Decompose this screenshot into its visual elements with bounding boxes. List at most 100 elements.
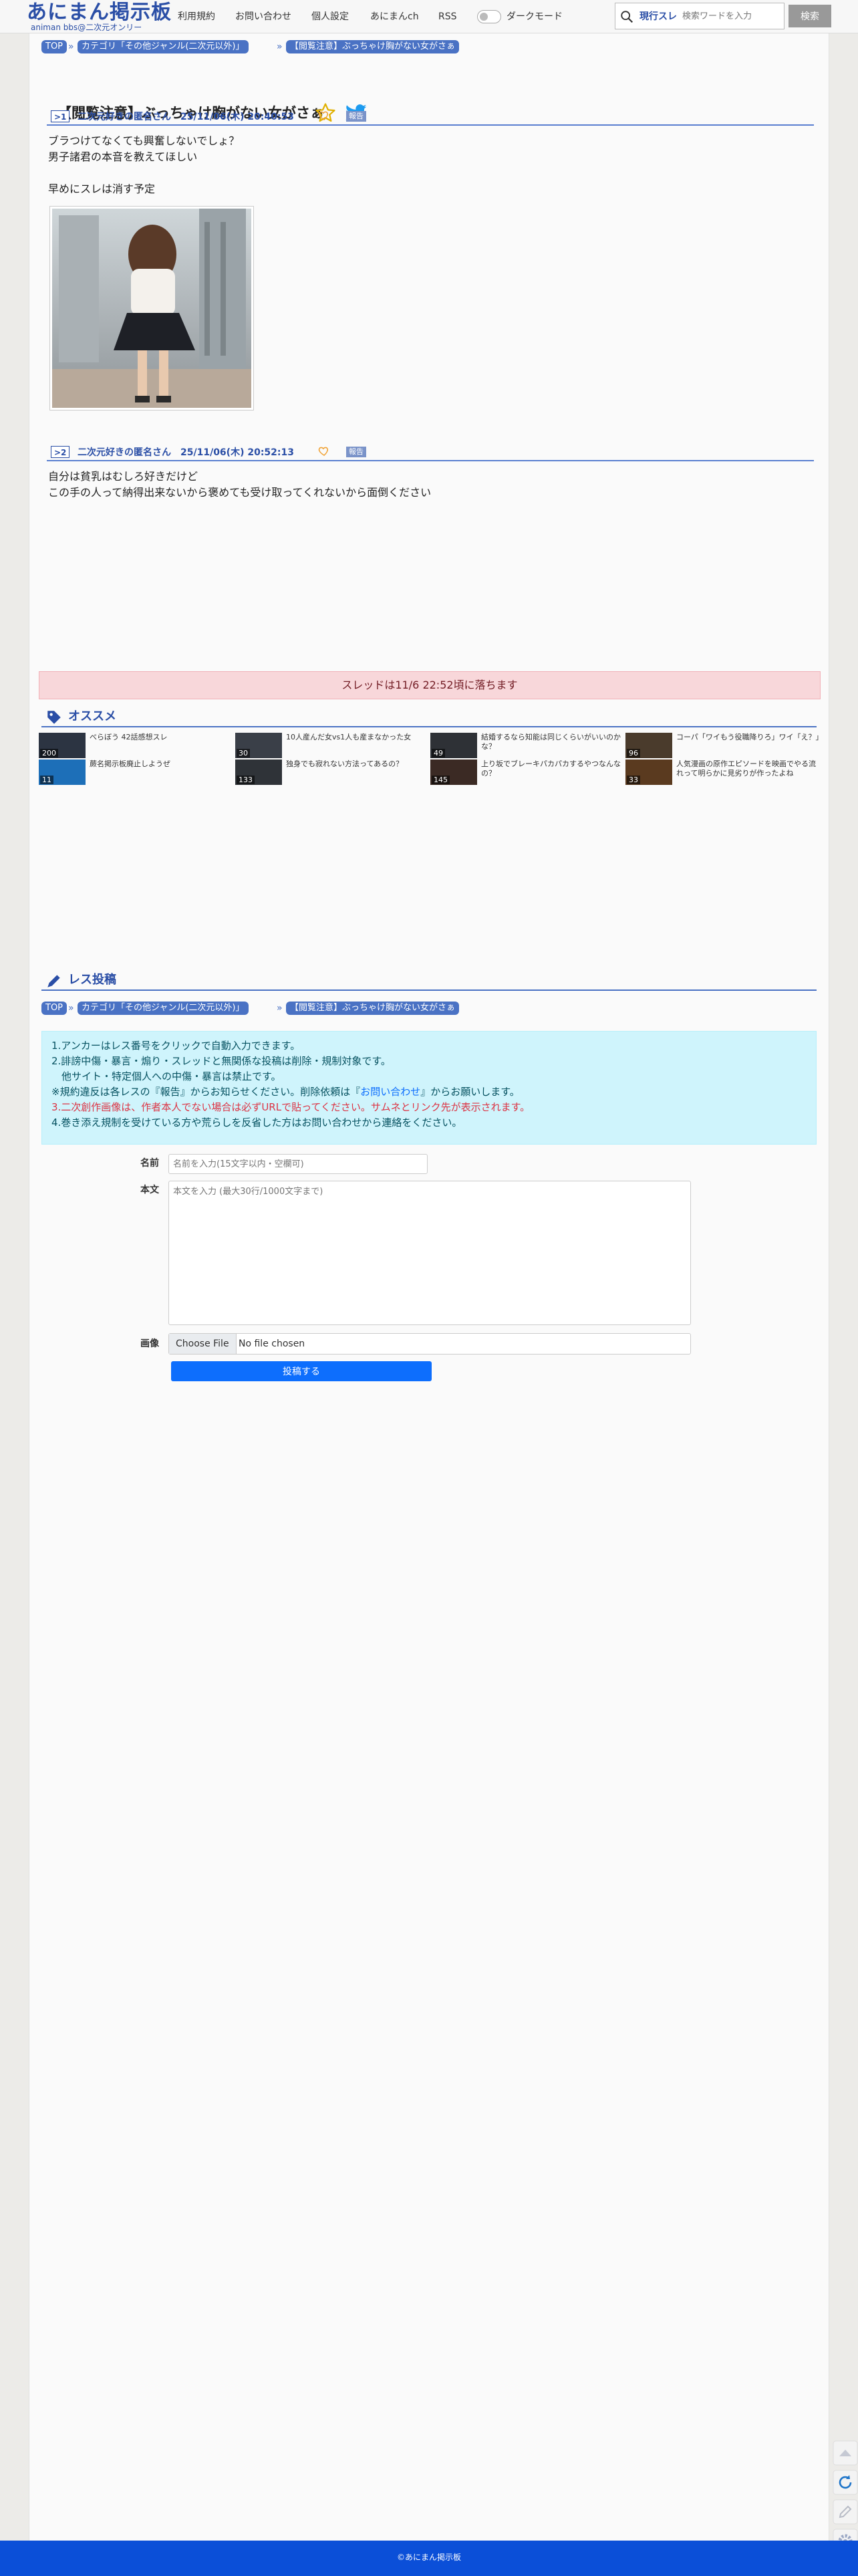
body-field[interactable] — [168, 1181, 691, 1325]
heart-icon[interactable] — [318, 110, 330, 122]
comment-count: 145 — [432, 776, 450, 784]
recommend-item[interactable]: 145 上り坂でブレーキパカパカするやつなんなの？ — [430, 759, 625, 785]
post-image[interactable] — [49, 206, 254, 411]
recommend-item[interactable]: 33 人気漫画の原作エピソードを映画でやる流れって明らかに見劣りが作ったよね — [625, 759, 821, 785]
post-header: >1 二次元好きの匿名さん 25/11/06(木) 20:40:53 報告 — [47, 108, 814, 126]
dark-mode-toggle[interactable] — [477, 10, 501, 23]
dark-mode-label: ダークモード — [507, 11, 563, 22]
recommend-thumbnail: 11 — [39, 759, 86, 785]
breadcrumb-sep: » — [68, 1003, 74, 1014]
body-label: 本文 — [140, 1185, 159, 1195]
rule-line: 2.誹謗中傷・暴言・煽り・スレッドと無関係な投稿は削除・規制対象です。 — [51, 1055, 391, 1067]
recommend-title: べらぼう 42話感想スレ — [90, 733, 168, 741]
recommend-thumbnail: 145 — [430, 759, 477, 785]
post-body-line: 早めにスレは消す予定 — [48, 183, 156, 195]
pencil-icon — [47, 975, 60, 987]
comment-count: 96 — [627, 749, 640, 757]
post-body-line: この手の人って納得出来ないから褒めても受け取ってくれないから面倒ください — [48, 486, 432, 499]
recommend-title: コーパ「ワイもう役職降りろ」ワイ「え？」 — [676, 733, 821, 741]
nav-contact[interactable]: お問い合わせ — [235, 10, 291, 23]
nav-rss[interactable]: RSS — [438, 10, 457, 23]
edit-icon[interactable] — [833, 2499, 858, 2525]
logo-main-text: あにまん掲示板 — [27, 1, 172, 24]
comment-count: 33 — [627, 776, 640, 784]
breadcrumb-category[interactable]: カテゴリ「その他ジャンル(二次元以外)」 — [78, 1002, 249, 1015]
rule-line: 1.アンカーはレス番号をクリックで自動入力できます。 — [51, 1040, 301, 1052]
reload-icon[interactable] — [833, 2470, 858, 2495]
breadcrumb-sep: » — [277, 41, 283, 52]
site-logo[interactable]: あにまん掲示板 animan bbs@二次元オンリー — [27, 1, 171, 33]
recommend-item[interactable]: 49 結婚するなら知能は同じくらいがいいのかな？ — [430, 733, 625, 758]
file-status: No file chosen — [239, 1338, 305, 1349]
scroll-top-icon[interactable] — [833, 2440, 858, 2466]
search-input[interactable] — [682, 7, 781, 25]
rule-line: 4.巻き添え規制を受けている方や荒らしを反省した方はお問い合わせから連絡をくださ… — [51, 1117, 462, 1129]
name-field[interactable] — [168, 1154, 428, 1174]
main-content: TOP » カテゴリ「その他ジャンル(二次元以外)」 » 【閲覧注意】ぶっちゃけ… — [29, 33, 829, 2541]
recommend-thumbnail: 33 — [625, 759, 672, 785]
recommend-thumbnail: 49 — [430, 733, 477, 758]
recommend-title: 独身でも寂れない方法ってあるの？ — [286, 759, 404, 768]
logo-sub-text: animan bbs@二次元オンリー — [31, 23, 142, 32]
recommend-title: 蕨名掲示板廃止しようぜ — [90, 759, 170, 768]
recommend-title: 上り坂でブレーキパカパカするやつなんなの？ — [481, 759, 621, 778]
post-body-line: 男子諸君の本音を教えてほしい — [48, 150, 198, 163]
recommend-header: オススメ — [41, 706, 817, 727]
rule-line: 他サイト・特定個人への中傷・暴言は禁止です。 — [51, 1070, 281, 1082]
post-body-line: ブラつけてなくても興奮しないでしょ？ — [48, 134, 240, 147]
breadcrumb-top[interactable]: TOP — [41, 1002, 67, 1015]
search-button[interactable]: 検索 — [789, 5, 831, 27]
post-meta: 二次元好きの匿名さん 25/11/06(木) 20:40:53 — [78, 112, 294, 122]
report-button[interactable]: 報告 — [346, 447, 366, 457]
breadcrumb-thread[interactable]: 【閲覧注意】ぶっちゃけ胸がない女がさぁ — [286, 40, 460, 53]
breadcrumb-sep: » — [68, 41, 74, 52]
recommend-label: オススメ — [68, 709, 116, 723]
reply-label: レス投稿 — [68, 973, 116, 987]
recommend-item[interactable]: 200 べらぼう 42話感想スレ — [39, 733, 234, 758]
recommend-title: 人気漫画の原作エピソードを映画でやる流れって明らかに見劣りが作ったよね — [676, 759, 816, 778]
post-body-line: 自分は貧乳はむしろ好きだけど — [48, 470, 198, 483]
breadcrumb: TOP » カテゴリ「その他ジャンル(二次元以外)」 » 【閲覧注意】ぶっちゃけ… — [41, 40, 830, 55]
recommend-item[interactable]: 30 10人産んだ女vs1人も産まなかった女 — [235, 733, 430, 758]
nav-animanch[interactable]: あにまんch — [370, 10, 419, 23]
breadcrumb-thread[interactable]: 【閲覧注意】ぶっちゃけ胸がない女がさぁ — [286, 1002, 460, 1015]
comment-count: 133 — [237, 776, 255, 784]
site-header: あにまん掲示板 animan bbs@二次元オンリー 利用規約 お問い合わせ 個… — [0, 0, 858, 33]
image-label: 画像 — [140, 1338, 159, 1349]
recommend-thumbnail: 96 — [625, 733, 672, 758]
tag-icon — [47, 711, 61, 724]
report-button[interactable]: 報告 — [346, 111, 366, 122]
reply-header: レス投稿 — [41, 969, 817, 991]
post-number[interactable]: >2 — [51, 446, 70, 458]
site-footer: ©あにまん掲示板 — [0, 2541, 858, 2576]
rule-line: ※規約違反は各レスの『報告』からお知らせください。削除依頼は『お問い合わせ』から… — [51, 1084, 807, 1100]
breadcrumb-category[interactable]: カテゴリ「その他ジャンル(二次元以外)」 — [78, 40, 249, 53]
post-photo — [52, 209, 251, 408]
recommend-thumbnail: 133 — [235, 759, 282, 785]
search-scope-label[interactable]: 現行スレ — [639, 11, 677, 23]
rule-text: ※規約違反は各レスの『報告』からお知らせください。削除依頼は『 — [51, 1086, 361, 1098]
recommend-thumbnail: 200 — [39, 733, 86, 758]
contact-link[interactable]: お問い合わせ — [360, 1086, 420, 1098]
recommend-title: 結婚するなら知能は同じくらいがいいのかな？ — [481, 733, 621, 751]
recommend-title: 10人産んだ女vs1人も産まなかった女 — [286, 733, 412, 741]
recommend-item[interactable]: 11 蕨名掲示板廃止しようぜ — [39, 759, 234, 785]
nav-terms[interactable]: 利用規約 — [178, 10, 215, 23]
recommend-item[interactable]: 96 コーパ「ワイもう役職降りろ」ワイ「え？」 — [625, 733, 821, 758]
recommend-item[interactable]: 133 独身でも寂れない方法ってあるの？ — [235, 759, 430, 785]
submit-button[interactable]: 投稿する — [171, 1361, 432, 1381]
drop-notice: スレッドは11/6 22:52頃に落ちます — [39, 671, 821, 699]
choose-file-button[interactable]: Choose File — [169, 1334, 237, 1354]
image-upload[interactable]: Choose File No file chosen — [168, 1333, 691, 1355]
post-header: >2 二次元好きの匿名さん 25/11/06(木) 20:52:13 報告 — [47, 444, 814, 461]
search-icon — [621, 11, 633, 23]
post-meta: 二次元好きの匿名さん 25/11/06(木) 20:52:13 — [78, 447, 294, 458]
nav-settings[interactable]: 個人設定 — [311, 10, 349, 23]
heart-icon[interactable] — [318, 445, 330, 457]
breadcrumb-top[interactable]: TOP — [41, 40, 67, 53]
search-box: 現行スレ — [615, 3, 784, 29]
post-number[interactable]: >1 — [51, 110, 70, 122]
rule-line: 3.二次創作画像は、作者本人でない場合は必ずURLで貼ってください。サムネとリン… — [51, 1101, 531, 1113]
breadcrumb: TOP » カテゴリ「その他ジャンル(二次元以外)」 » 【閲覧注意】ぶっちゃけ… — [41, 1002, 830, 1016]
toggle-knob — [480, 13, 488, 21]
